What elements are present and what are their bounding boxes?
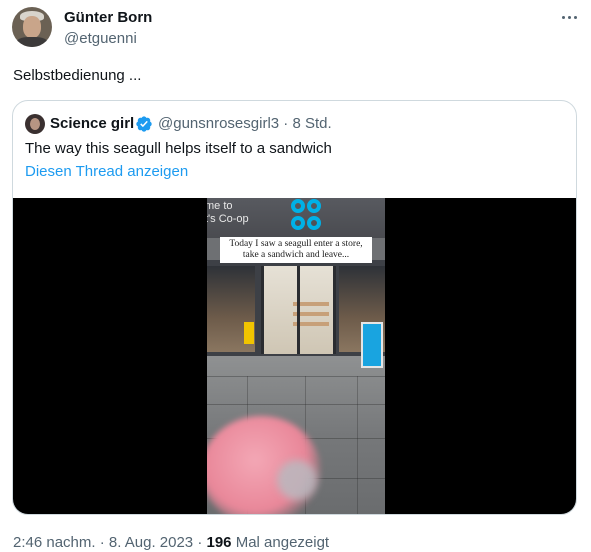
store-sign-text: me to t's Co-op [207, 200, 249, 226]
views-count[interactable]: 196 [207, 534, 232, 551]
more-icon-dot [567, 15, 571, 19]
coop-logo [289, 198, 323, 234]
quoted-avatar-face [30, 118, 40, 130]
tweet-time[interactable]: 2:46 nachm. [13, 534, 96, 551]
show-thread-link[interactable]: Diesen Thread anzeigen [25, 163, 188, 180]
video-caption: Today I saw a seagull enter a store, tak… [220, 237, 372, 263]
tweet-text: Selbstbedienung ... [13, 67, 142, 84]
quoted-author-name[interactable]: Science girl [50, 115, 134, 132]
quoted-handle-time[interactable]: @gunsnrosesgirl3 · 8 Std. [158, 115, 332, 132]
separator: · [193, 534, 207, 551]
tweet-metadata: 2:46 nachm. · 8. Aug. 2023 · 196 Mal ang… [13, 534, 329, 551]
more-icon-dot [561, 15, 565, 19]
wet-floor-sign [244, 322, 254, 344]
door-frame [297, 266, 300, 354]
quoted-author-avatar[interactable] [25, 114, 45, 134]
quoted-tweet-card[interactable]: Science girl @gunsnrosesgirl3 · 8 Std. T… [12, 100, 577, 515]
avatar-face [23, 16, 41, 38]
store-sign-line: t's Co-op [207, 213, 249, 225]
author-name[interactable]: Günter Born [64, 9, 152, 26]
views-label: Mal angezeigt [231, 534, 330, 551]
blurred-foreground-object [277, 460, 317, 500]
door-frame [261, 266, 264, 354]
tweet-date[interactable]: 8. Aug. 2023 [109, 534, 193, 551]
more-options-button[interactable] [552, 6, 586, 28]
author-avatar[interactable] [12, 7, 52, 47]
promo-board [361, 322, 383, 368]
store-fascia: me to t's Co-op [207, 198, 385, 238]
video-player[interactable]: me to t's Co-op Today I saw a seagull en… [13, 198, 576, 514]
quoted-tweet-text: The way this seagull helps itself to a s… [25, 140, 332, 157]
author-handle[interactable]: @etguenni [64, 30, 137, 47]
video-caption-line: take a sandwich and leave... [242, 250, 350, 260]
tweet: Günter Born @etguenni Selbstbedienung ..… [0, 0, 591, 552]
more-icon-dot [573, 15, 577, 19]
avatar-shirt [16, 37, 48, 47]
video-frame[interactable]: me to t's Co-op Today I saw a seagull en… [207, 198, 385, 514]
store-sign-line: me to [207, 200, 233, 212]
separator: · [95, 534, 109, 551]
verified-badge-icon [136, 116, 152, 132]
door-frame [333, 266, 336, 354]
video-caption-line: Today I saw a seagull enter a store, [229, 239, 363, 249]
